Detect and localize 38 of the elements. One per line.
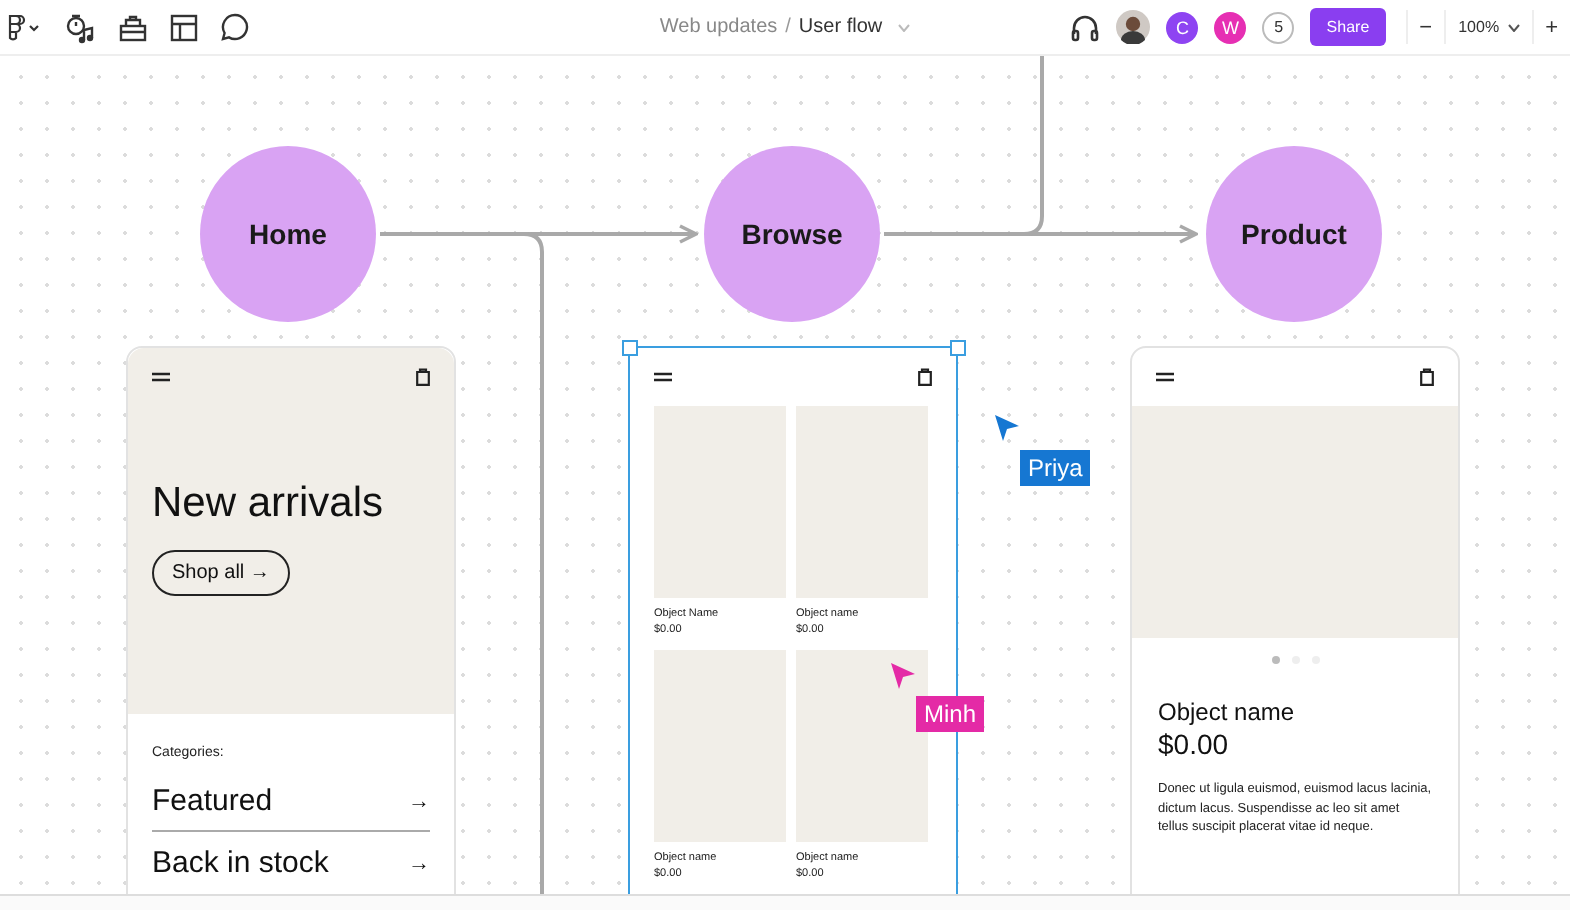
product-price: $0.00	[1158, 728, 1231, 760]
project-name[interactable]: Web updates	[659, 16, 778, 38]
comment-icon[interactable]	[220, 12, 250, 42]
resize-handle[interactable]	[621, 340, 637, 356]
headphones-icon[interactable]	[1070, 13, 1101, 41]
avatar[interactable]: C	[1166, 11, 1199, 43]
menu-icon[interactable]	[152, 372, 170, 382]
caret-icon	[1507, 23, 1520, 31]
flow-node: Browse	[704, 146, 880, 322]
cursor-label: Priya	[1020, 450, 1091, 486]
layout-icon[interactable]	[170, 13, 198, 41]
avatar[interactable]: W	[1214, 11, 1247, 43]
menu-icon[interactable]	[1156, 372, 1174, 382]
hero-heading: New arrivals	[152, 480, 384, 528]
flow-node: Home	[200, 146, 376, 322]
bag-icon[interactable]	[1420, 368, 1434, 386]
logo-icon[interactable]	[6, 13, 42, 41]
avatar[interactable]	[1116, 10, 1151, 44]
menu-icon[interactable]	[654, 372, 672, 382]
cursor-label: Minh	[916, 696, 985, 732]
shop-all-button[interactable]: Shop all →	[152, 550, 290, 596]
bag-icon[interactable]	[118, 13, 148, 41]
zoom-in-button[interactable]: +	[1533, 11, 1570, 43]
flow-node: Product	[1206, 146, 1382, 322]
bag-icon[interactable]	[918, 368, 932, 386]
category-link[interactable]: Back in stock →	[152, 830, 430, 892]
resize-handle[interactable]	[949, 340, 965, 356]
category-link[interactable]: Featured →	[152, 780, 430, 830]
bag-icon[interactable]	[416, 368, 430, 386]
share-button[interactable]: Share	[1310, 8, 1386, 46]
zoom-dropdown[interactable]: 100%	[1444, 10, 1534, 44]
timer-music-icon[interactable]	[64, 11, 96, 43]
zoom-out-button[interactable]: −	[1407, 11, 1445, 43]
file-name[interactable]: User flow	[798, 16, 883, 38]
collaborator-count[interactable]: 5	[1262, 11, 1295, 43]
product-title: Object name	[1158, 698, 1297, 726]
carousel-dot[interactable]	[1271, 656, 1279, 664]
breadcrumb-separator: /	[785, 16, 791, 38]
